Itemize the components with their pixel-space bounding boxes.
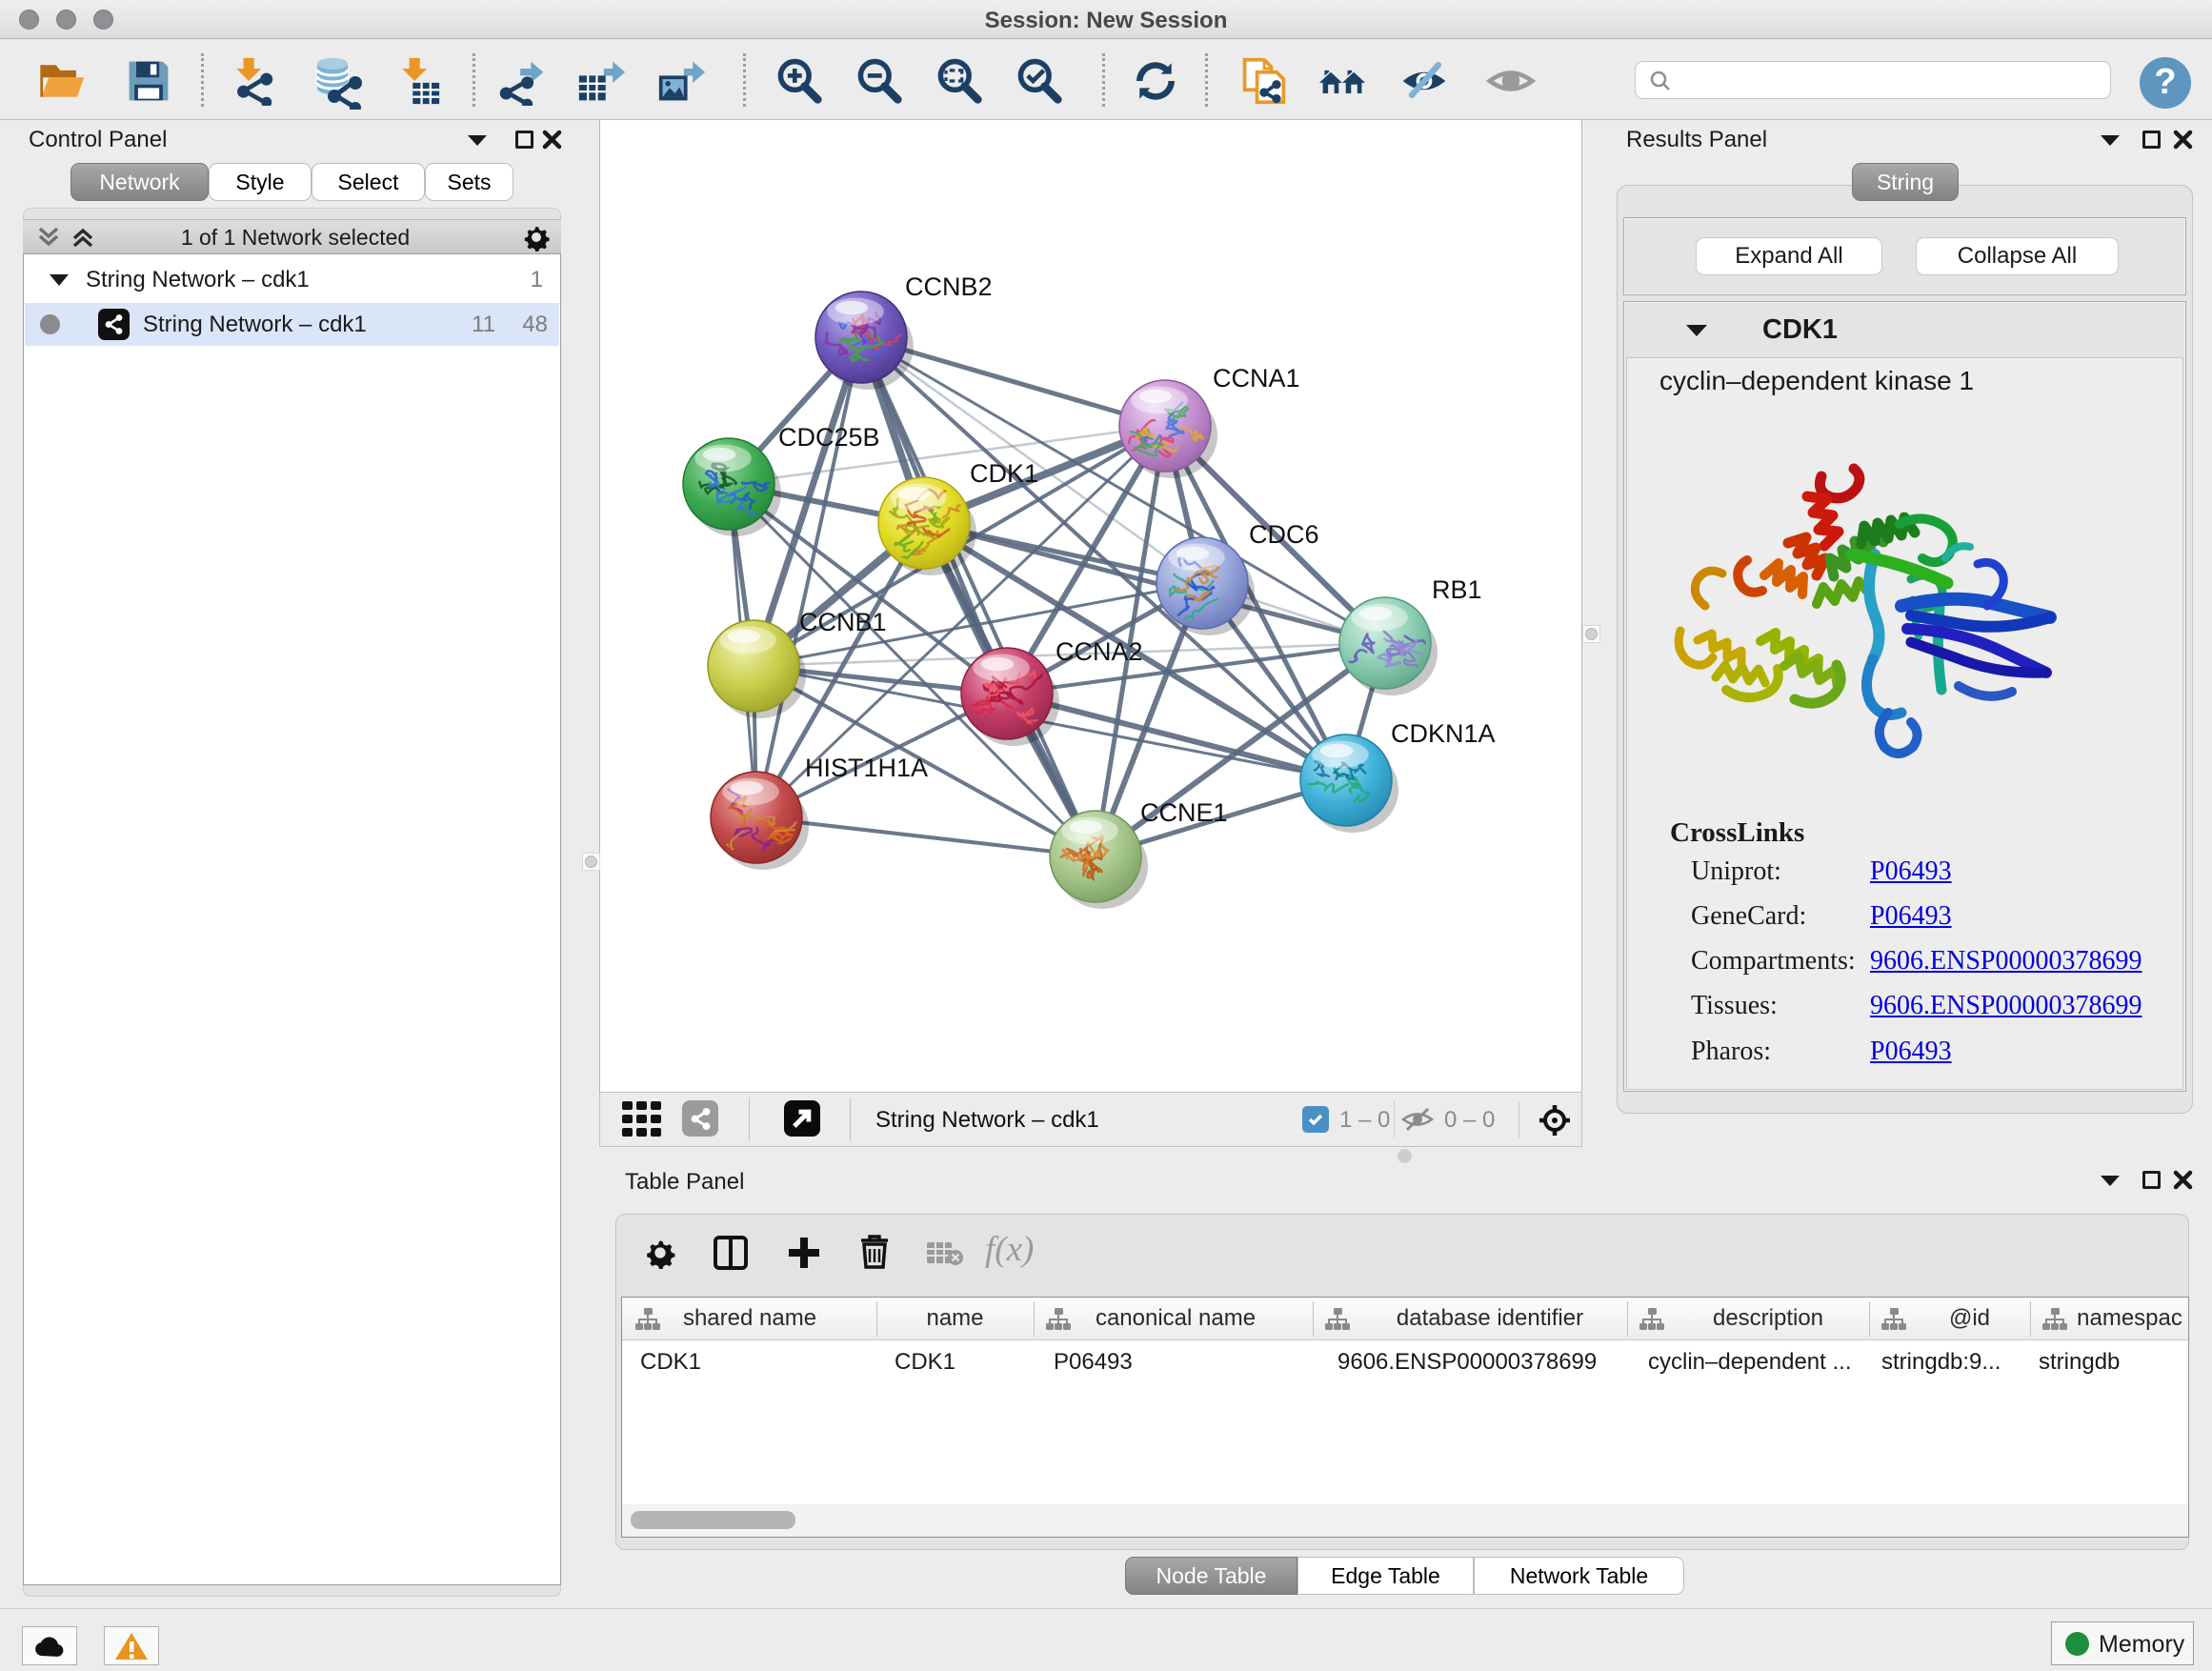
svg-text:CCNB2: CCNB2 [905, 272, 993, 301]
svg-text:RB1: RB1 [1432, 575, 1482, 604]
svg-text:CDC25B: CDC25B [778, 423, 880, 452]
svg-text:CCNB1: CCNB1 [799, 608, 887, 636]
svg-text:CCNA1: CCNA1 [1213, 364, 1300, 393]
svg-text:CCNE1: CCNE1 [1140, 798, 1228, 827]
svg-text:HIST1H1A: HIST1H1A [805, 754, 928, 782]
svg-text:CDKN1A: CDKN1A [1391, 719, 1496, 748]
svg-text:CCNA2: CCNA2 [1056, 637, 1143, 666]
svg-text:CDK1: CDK1 [970, 459, 1038, 488]
svg-text:CDC6: CDC6 [1249, 520, 1319, 549]
